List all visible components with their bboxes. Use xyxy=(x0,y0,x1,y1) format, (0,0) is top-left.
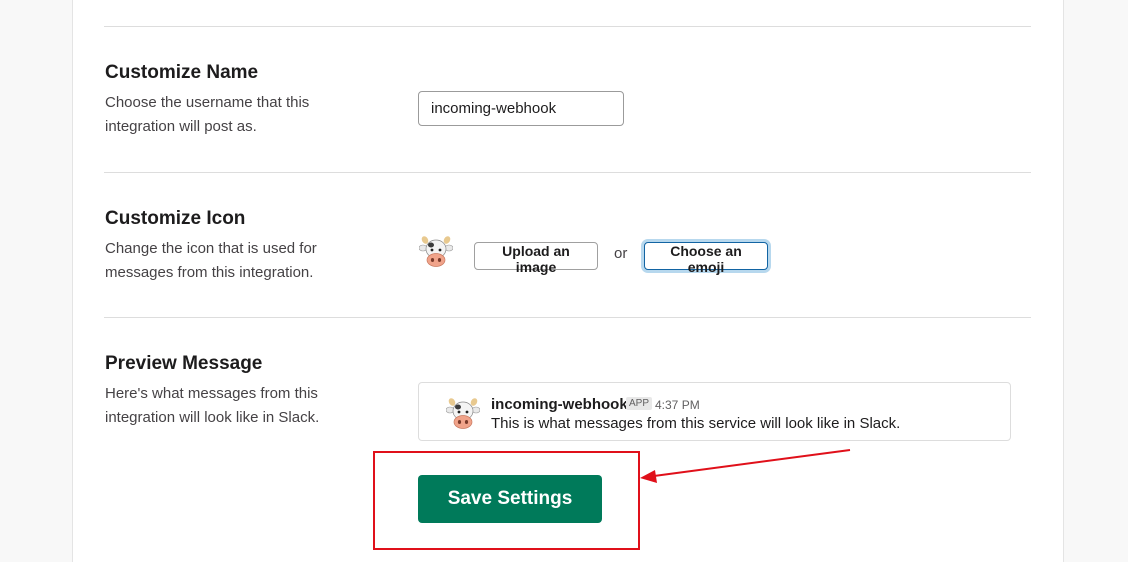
message-preview-card: incoming-webhook APP 4:37 PM This is wha… xyxy=(418,382,1011,441)
username-input[interactable] xyxy=(418,91,624,126)
preview-message-text: This is what messages from this service … xyxy=(491,415,901,432)
divider-icon-preview xyxy=(104,317,1031,318)
customize-icon-description: Change the icon that is used for message… xyxy=(105,240,317,281)
or-label: or xyxy=(614,245,628,262)
app-badge: APP xyxy=(626,397,653,410)
cow-avatar-icon xyxy=(446,398,480,429)
upload-image-button[interactable]: Upload an image xyxy=(474,242,598,275)
annotation-highlight-box xyxy=(373,451,640,550)
preview-message-description: Here's what messages from this integrati… xyxy=(105,385,320,426)
divider-top xyxy=(104,26,1031,27)
cow-emoji-icon xyxy=(419,236,453,267)
preview-timestamp: 4:37 PM xyxy=(655,398,700,412)
customize-name-description: Choose the username that this integratio… xyxy=(105,94,310,135)
preview-message-title: Preview Message xyxy=(105,353,263,374)
preview-username: incoming-webhook xyxy=(491,396,628,413)
customize-name-title: Customize Name xyxy=(105,62,259,83)
customize-icon-title: Customize Icon xyxy=(105,208,246,229)
choose-emoji-button[interactable]: Choose an emoji xyxy=(644,242,768,275)
divider-name-icon xyxy=(104,172,1031,173)
